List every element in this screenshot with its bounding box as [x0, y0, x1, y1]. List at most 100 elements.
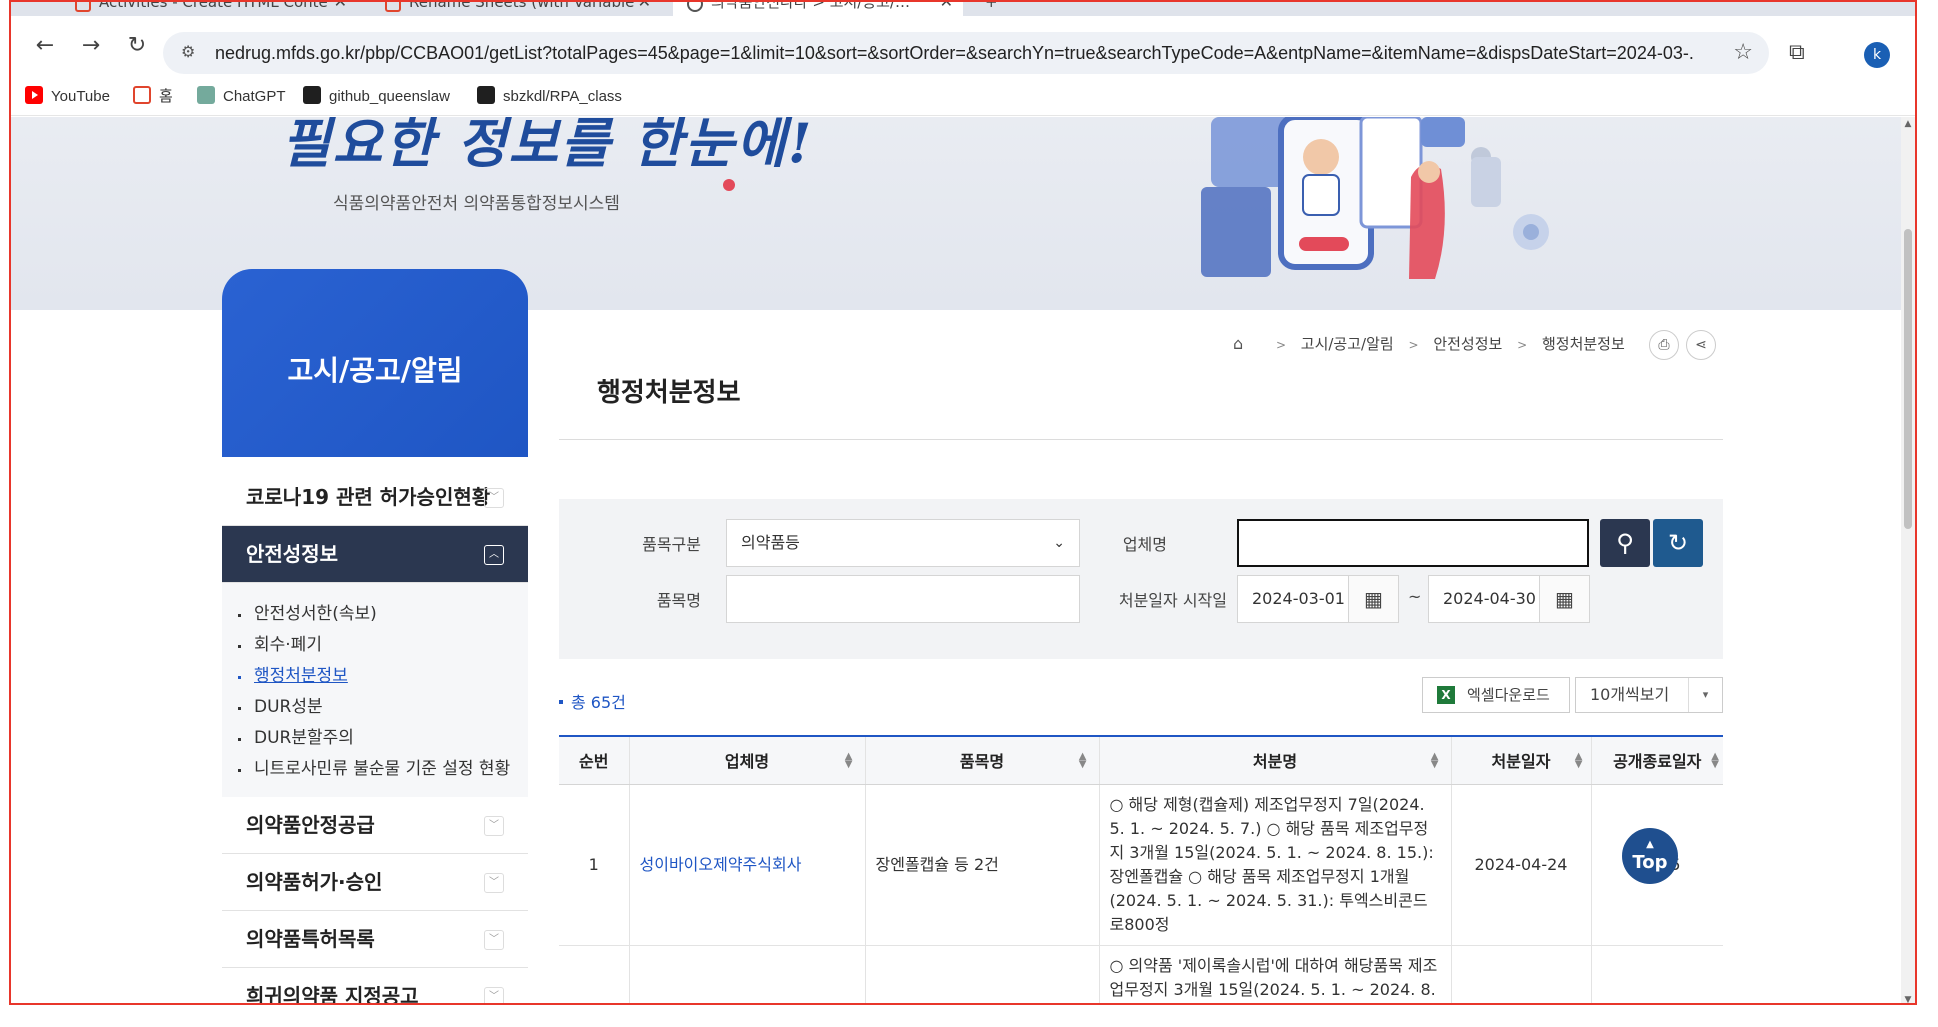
sidebar-item-patent[interactable]: 의약품특허목록 ﹀ [222, 911, 528, 968]
cell-no [559, 945, 630, 1003]
tab-activities[interactable]: Activities - Create HTML Conte ✕ [61, 2, 357, 16]
bookmark-chatgpt[interactable]: ChatGPT [197, 86, 286, 107]
calendar-icon[interactable]: ▦ [1348, 576, 1398, 622]
company-input[interactable] [1237, 519, 1589, 567]
sidebar-item-supply[interactable]: 의약품안정공급 ﹀ [222, 797, 528, 854]
web-page: 필요한 정보를 한눈에! 식품의약품안전처 의약품통합정보시스템 고시/공고/알… [11, 117, 1915, 1003]
excel-icon: X [1437, 686, 1455, 704]
category-select[interactable]: 의약품등 ⌄ [726, 519, 1080, 567]
print-icon: ⎙ [1658, 337, 1670, 353]
home-icon[interactable]: ⌂ [1233, 330, 1243, 358]
breadcrumb-item[interactable]: 고시/공고/알림 [1301, 335, 1394, 353]
chevron-down-icon[interactable]: ﹀ [484, 816, 504, 836]
share-button[interactable]: ⋖ [1686, 330, 1716, 360]
bookmark-star-icon[interactable]: ☆ [1733, 40, 1753, 65]
cell-company-link[interactable]: 성이바이오제약주식회사 [629, 784, 866, 946]
submenu-item-nitrosamine[interactable]: 니트로사민류 불순물 기준 설정 현황 [238, 754, 528, 785]
new-tab-button[interactable]: + [973, 2, 1013, 16]
site-settings-icon[interactable]: ⚙ [181, 42, 195, 61]
bookmark-label: 홈 [159, 88, 173, 105]
column-header-disposition[interactable]: 처분명 ▲ ▼ [1099, 735, 1452, 785]
search-button[interactable]: ⚲ [1600, 519, 1650, 567]
chevron-down-icon[interactable]: ﹀ [484, 987, 504, 1003]
sort-icon[interactable]: ▲ ▼ [1711, 752, 1719, 770]
scroll-up-arrow[interactable]: ▲ [1901, 119, 1915, 129]
item-input[interactable] [726, 575, 1080, 623]
sort-icon[interactable]: ▲ ▼ [1079, 752, 1087, 770]
uipath-icon [75, 2, 91, 12]
chevron-right-icon: > [1275, 338, 1286, 352]
sidebar-item-safety[interactable]: 안전성정보 ︿ [222, 526, 528, 583]
scrollbar-thumb[interactable] [1904, 229, 1912, 529]
date-range-separator: ~ [1408, 587, 1422, 606]
submenu-item-dur-split[interactable]: DUR분할주의 [238, 723, 528, 754]
breadcrumb-item[interactable]: 행정처분정보 [1542, 335, 1625, 353]
column-header-company[interactable]: 업체명 ▲ ▼ [629, 735, 866, 785]
sidebar-item-covid[interactable]: 코로나19 관련 허가승인현황 ﹀ [222, 469, 528, 526]
breadcrumb-item[interactable]: 안전성정보 [1433, 335, 1502, 353]
profile-avatar[interactable]: k [1864, 42, 1890, 68]
extensions-icon[interactable]: ⧉ [1789, 40, 1805, 65]
bookmark-rpa-class[interactable]: sbzkdl/RPA_class [477, 86, 622, 107]
sort-icon[interactable]: ▲ ▼ [1431, 752, 1439, 770]
cell-disposition: ○ 의약품 '제이록솔시럽'에 대하여 해당품목 제조업무정지 3개월 15일(… [1099, 945, 1452, 1003]
scroll-top-button[interactable]: ▲ Top [1622, 828, 1678, 884]
column-header-date[interactable]: 처분일자 ▲ ▼ [1451, 735, 1592, 785]
submenu-item-recall[interactable]: 회수·폐기 [238, 630, 528, 661]
bookmark-youtube[interactable]: YouTube [25, 86, 110, 107]
sidebar-menu: 코로나19 관련 허가승인현황 ﹀ 안전성정보 ︿ 안전성서한(속보) 회수·폐… [222, 469, 528, 1003]
scroll-down-arrow[interactable]: ▼ [1901, 995, 1915, 1003]
close-icon[interactable]: ✕ [940, 2, 953, 16]
forward-button[interactable]: → [73, 28, 109, 64]
column-header-item[interactable]: 품목명 ▲ ▼ [865, 735, 1100, 785]
bookmark-label: github_queenslaw [329, 88, 450, 105]
cell-item: 장엔폴캡슐 등 2건 [865, 784, 1100, 946]
per-page-select[interactable]: 10개씩보기 ▾ [1575, 677, 1723, 713]
column-header-end-date[interactable]: 공개종료일자 ▲ ▼ [1591, 735, 1723, 785]
address-bar[interactable]: ⚙ nedrug.mfds.go.kr/pbp/CCBAO01/getList?… [163, 32, 1769, 74]
bookmark-label: ChatGPT [223, 88, 286, 105]
cell-date: 2024-04-24 [1451, 784, 1592, 946]
submenu-item-dur-ingredient[interactable]: DUR성분 [238, 692, 528, 723]
bookmark-label: YouTube [51, 88, 110, 105]
menu-kebab-icon[interactable]: ⋮ [1906, 38, 1915, 63]
url-text[interactable]: nedrug.mfds.go.kr/pbp/CCBAO01/getList?to… [215, 32, 1695, 74]
chevron-up-icon[interactable]: ︿ [484, 545, 504, 565]
breadcrumb: ⌂ > 고시/공고/알림 > 안전성정보 > 행정처분정보 [1233, 330, 1625, 358]
chevron-down-icon: ▾ [1688, 678, 1722, 712]
chevron-right-icon: > [1517, 338, 1528, 352]
sidebar-header: 고시/공고/알림 [222, 269, 528, 457]
excel-download-button[interactable]: X 엑셀다운로드 [1422, 677, 1570, 713]
sort-icon[interactable]: ▲ ▼ [845, 752, 853, 770]
chevron-down-icon[interactable]: ﹀ [484, 488, 504, 508]
submenu-item-admin-disposition[interactable]: 행정처분정보 [238, 661, 528, 692]
tab-strip: Activities - Create HTML Conte ✕ Rename … [11, 2, 1915, 16]
bookmark-github-queenslaw[interactable]: github_queenslaw [303, 86, 450, 107]
cell-company-link[interactable] [629, 945, 866, 1003]
date-end-input[interactable]: 2024-04-30 ▦ [1428, 575, 1590, 623]
sidebar-item-approval[interactable]: 의약품허가·승인 ﹀ [222, 854, 528, 911]
print-button[interactable]: ⎙ [1649, 330, 1679, 360]
chevron-down-icon[interactable]: ﹀ [484, 930, 504, 950]
table-row: 1 성이바이오제약주식회사 장엔폴캡슐 등 2건 ○ 해당 제형(캡슐제) 제조… [559, 784, 1723, 946]
chevron-down-icon[interactable]: ﹀ [484, 873, 504, 893]
close-icon[interactable]: ✕ [638, 2, 651, 16]
tab-rename-sheets[interactable]: Rename Sheets (with Variable ✕ [371, 2, 661, 16]
date-start-input[interactable]: 2024-03-01 ▦ [1237, 575, 1399, 623]
sidebar-item-orphan[interactable]: 희귀의약품 지정공고 ﹀ [222, 968, 528, 1003]
submenu-item-safety-letter[interactable]: 안전성서한(속보) [238, 599, 528, 630]
sort-icon[interactable]: ▲ ▼ [1575, 752, 1583, 770]
close-icon[interactable]: ✕ [334, 2, 347, 16]
tab-nedrug[interactable]: 의약품안전나라 > 고시/공고/… ✕ [673, 2, 963, 16]
tab-title: 의약품안전나라 > 고시/공고/… [711, 2, 911, 11]
back-button[interactable]: ← [27, 28, 63, 64]
reset-button[interactable]: ↻ [1653, 519, 1703, 567]
banner-illustration [1201, 117, 1549, 279]
banner-slogan: 필요한 정보를 한눈에! [281, 117, 814, 175]
page-scrollbar[interactable]: ▲ ▼ [1901, 117, 1915, 1003]
calendar-icon[interactable]: ▦ [1539, 576, 1589, 622]
site-icon [687, 2, 703, 12]
reload-button[interactable]: ↻ [119, 28, 155, 64]
bookmark-home[interactable]: 홈 [133, 86, 173, 107]
title-divider [559, 439, 1723, 440]
